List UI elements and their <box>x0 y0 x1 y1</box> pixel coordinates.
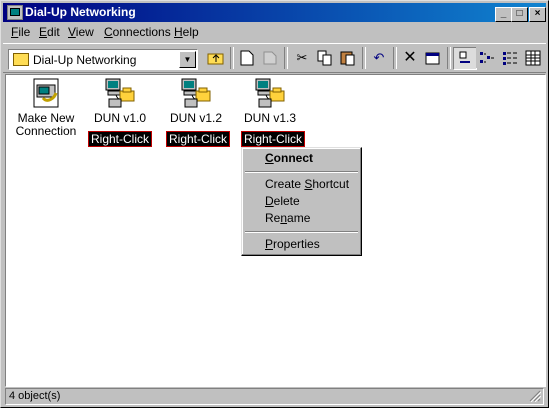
toolbar-separator <box>230 47 234 69</box>
menu-view[interactable]: View <box>68 25 94 39</box>
make-new-connection-icon <box>30 77 62 109</box>
menu-item-connect[interactable]: Connect <box>265 151 313 165</box>
right-click-tag: Right-Click <box>166 131 231 147</box>
toolbar-separator <box>393 47 397 69</box>
folder-icon <box>13 53 29 66</box>
menu-file[interactable]: File <box>11 25 30 39</box>
status-text: 4 object(s) <box>9 390 61 402</box>
close-button[interactable]: × <box>529 7 546 22</box>
status-bar: 4 object(s) <box>3 387 546 405</box>
dun-connection-icon <box>104 77 136 109</box>
toolbar-separator <box>284 47 288 69</box>
details-button[interactable] <box>522 47 544 68</box>
dun-v13-label: DUN v1.3 <box>243 111 296 125</box>
menu-item-rename[interactable]: Rename <box>265 211 310 225</box>
dun-v12-item[interactable]: DUN v1.2 <box>161 77 231 125</box>
undo-button[interactable]: ↶ <box>368 47 390 68</box>
make-new-connection-label: Make New Connection <box>15 111 77 138</box>
menu-edit[interactable]: Edit <box>39 25 60 39</box>
dun-v10-label: DUN v1.0 <box>93 111 146 125</box>
properties-button[interactable] <box>422 47 444 68</box>
large-icons-button[interactable] <box>453 47 477 70</box>
status-panel: 4 object(s) <box>5 388 544 405</box>
menu-bar: File Edit View Connections Help <box>3 23 546 41</box>
title-bar[interactable]: Dial-Up Networking _ □ × <box>3 3 546 22</box>
right-click-tag: Right-Click <box>241 131 306 147</box>
right-click-tag: Right-Click <box>88 131 153 147</box>
context-menu: Connect Create Shortcut Delete Rename Pr… <box>241 147 362 256</box>
list-button[interactable] <box>499 47 521 68</box>
address-combo[interactable]: Dial-Up Networking ▼ <box>8 49 198 70</box>
dialup-networking-app-icon[interactable] <box>7 5 23 20</box>
menu-help[interactable]: Help <box>174 25 199 39</box>
make-new-connection-item[interactable]: Make New Connection <box>11 77 81 138</box>
dialup-networking-window: Dial-Up Networking _ □ × File Edit View … <box>0 0 549 408</box>
toolbar-separator <box>362 47 366 69</box>
copy-button[interactable] <box>314 47 336 68</box>
menu-item-create-shortcut[interactable]: Create Shortcut <box>265 177 349 191</box>
cut-button[interactable]: ✂ <box>291 47 313 68</box>
menu-item-properties[interactable]: Properties <box>265 237 320 251</box>
up-folder-button[interactable] <box>205 47 227 68</box>
address-value: Dial-Up Networking <box>33 53 137 67</box>
menu-separator <box>245 171 358 173</box>
dun-v13-item[interactable]: DUN v1.3 <box>235 77 305 125</box>
menu-separator <box>245 231 358 233</box>
chevron-down-icon[interactable]: ▼ <box>179 51 196 68</box>
dun-v12-label: DUN v1.2 <box>169 111 222 125</box>
dun-connection-icon <box>254 77 286 109</box>
menu-item-delete[interactable]: Delete <box>265 194 300 208</box>
dun-connection-icon <box>180 77 212 109</box>
window-title: Dial-Up Networking <box>25 5 136 19</box>
menu-connections[interactable]: Connections <box>104 25 171 39</box>
disconnect-drive-button[interactable] <box>259 47 281 68</box>
maximize-button[interactable]: □ <box>511 7 528 22</box>
small-icons-button[interactable] <box>476 47 498 68</box>
toolbar: Dial-Up Networking ▼ ✂ ↶ ✕ <box>3 43 546 73</box>
map-drive-button[interactable] <box>236 47 258 68</box>
toolbar-separator <box>447 47 451 69</box>
delete-button[interactable]: ✕ <box>399 47 421 68</box>
minimize-button[interactable]: _ <box>495 7 512 22</box>
resize-grip-icon[interactable] <box>529 390 541 402</box>
paste-button[interactable] <box>337 47 359 68</box>
dun-v10-item[interactable]: DUN v1.0 <box>85 77 155 125</box>
